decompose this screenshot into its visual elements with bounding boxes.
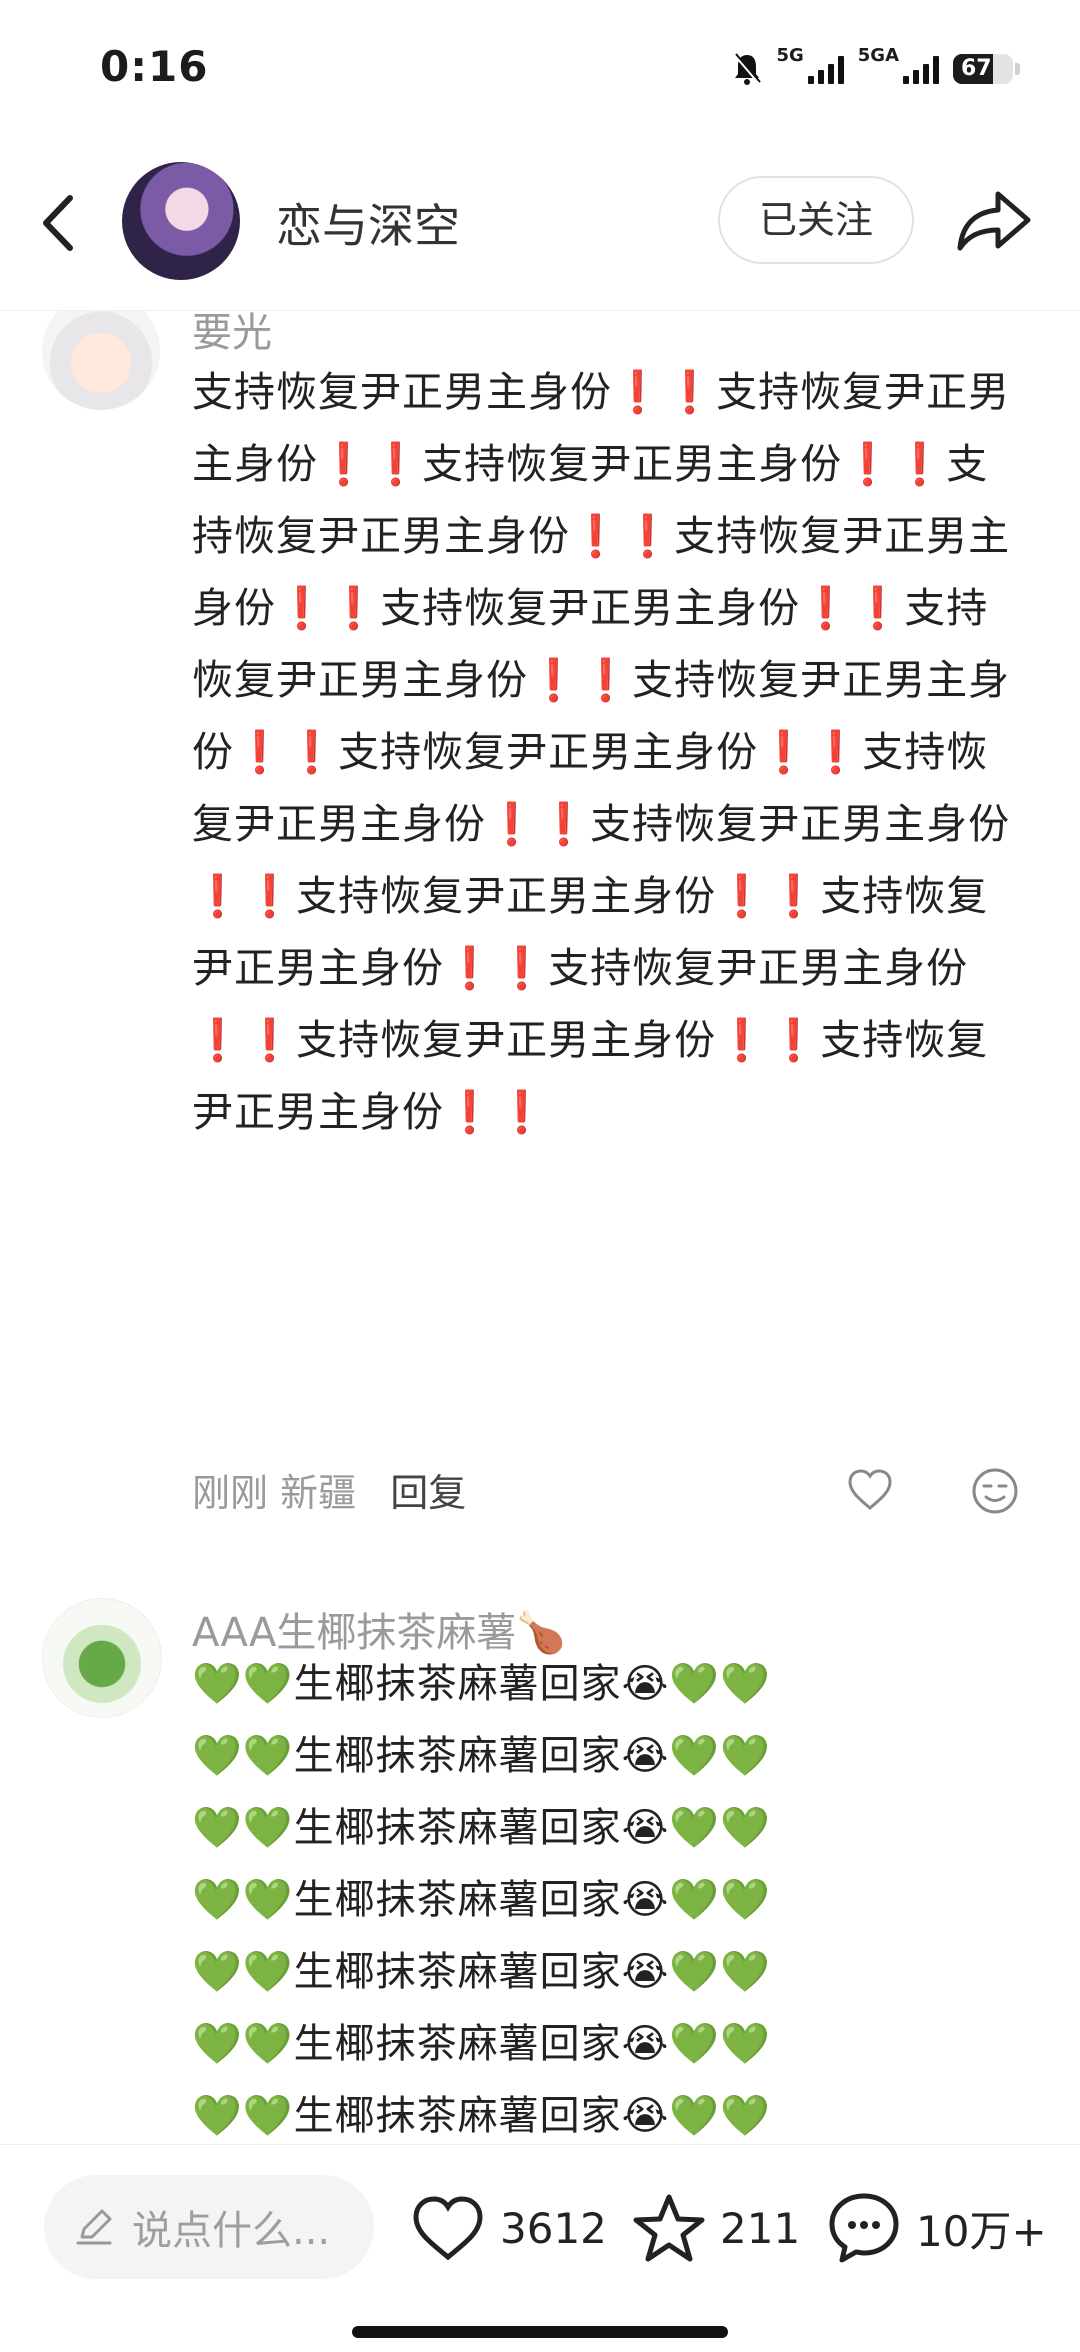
battery-tip — [1015, 63, 1020, 75]
comment-meta: 刚刚 新疆 回复 — [192, 1462, 466, 1517]
share-arrow-icon[interactable] — [954, 186, 1034, 256]
heart-outline-icon — [413, 2196, 483, 2261]
comment-line: 💚💚生椰抹茶麻薯回家😭💚💚 — [192, 2093, 771, 2139]
header: 恋与深空 已关注 — [0, 150, 1080, 311]
page-title[interactable]: 恋与深空 — [276, 190, 460, 256]
battery-icon: 67 — [953, 54, 1013, 84]
comment-text: 支持恢复尹正男主身份❗️❗️支持恢复尹正男主身份❗️❗️支持恢复尹正男主身份❗️… — [192, 368, 1011, 1136]
comment-line: 💚💚生椰抹茶麻薯回家😭💚💚 — [192, 1877, 771, 1923]
like-button[interactable]: 3612 — [410, 2185, 607, 2271]
comment-list[interactable]: 要光 支持恢复尹正男主身份❗️❗️支持恢复尹正男主身份❗️❗️支持恢复尹正男主身… — [0, 296, 1080, 2144]
comment-count: 10万+ — [916, 2206, 1047, 2256]
comment-line: 💚💚生椰抹茶麻薯回家😭💚💚 — [192, 1949, 771, 1995]
comment-text: 💚💚生椰抹茶麻薯回家😭💚💚 💚💚生椰抹茶麻薯回家😭💚💚 💚💚生椰抹茶麻薯回家😭💚… — [192, 1648, 1028, 2144]
pen-icon — [76, 2209, 112, 2245]
signal-bars-icon — [807, 54, 844, 84]
status-time: 0:16 — [100, 42, 209, 91]
chevron-left-icon[interactable] — [36, 188, 86, 258]
network-label-5g: 5G — [776, 44, 804, 66]
signal-bars-icon-2 — [903, 54, 939, 84]
comment-location: 新疆 — [280, 1471, 357, 1515]
bottom-action-bar: 说点什么... 3612 211 10万+ — [0, 2144, 1080, 2352]
comment-button[interactable]: 10万+ — [826, 2185, 1047, 2271]
comment-line: 💚💚生椰抹茶麻薯回家😭💚💚 — [192, 1661, 771, 1707]
comment-line: 💚💚生椰抹茶麻薯回家😭💚💚 — [192, 1733, 771, 1779]
home-indicator[interactable] — [352, 2326, 728, 2338]
like-count: 3612 — [500, 2203, 607, 2253]
favorite-button[interactable]: 211 — [632, 2185, 800, 2271]
comment-line: 💚💚生椰抹茶麻薯回家😭💚💚 — [192, 1805, 771, 1851]
comment-time: 刚刚 — [192, 1471, 269, 1515]
network-label-5ga: 5GA — [857, 44, 899, 66]
favorite-count: 211 — [720, 2203, 801, 2253]
comment-line: 💚💚生椰抹茶麻薯回家😭💚💚 — [192, 2021, 771, 2067]
mute-bell-icon — [734, 53, 762, 85]
commenter-avatar[interactable] — [42, 1598, 162, 1718]
comment-input[interactable]: 说点什么... — [44, 2175, 374, 2279]
status-indicators: 5G 5GA 67 — [732, 44, 1020, 94]
star-outline-icon — [633, 2194, 705, 2262]
chat-bubble-icon — [829, 2193, 899, 2263]
comment-input-placeholder: 说点什么... — [132, 2208, 331, 2254]
author-avatar[interactable] — [122, 162, 240, 280]
status-bar: 0:16 5G 5GA 67 — [0, 0, 1080, 140]
follow-button[interactable]: 已关注 — [718, 176, 914, 264]
reply-button[interactable]: 回复 — [390, 1471, 466, 1515]
heart-outline-icon[interactable] — [846, 1466, 894, 1514]
commenter-avatar[interactable] — [42, 296, 160, 410]
battery-level: 67 — [961, 56, 992, 81]
emoji-face-icon[interactable] — [970, 1466, 1020, 1516]
